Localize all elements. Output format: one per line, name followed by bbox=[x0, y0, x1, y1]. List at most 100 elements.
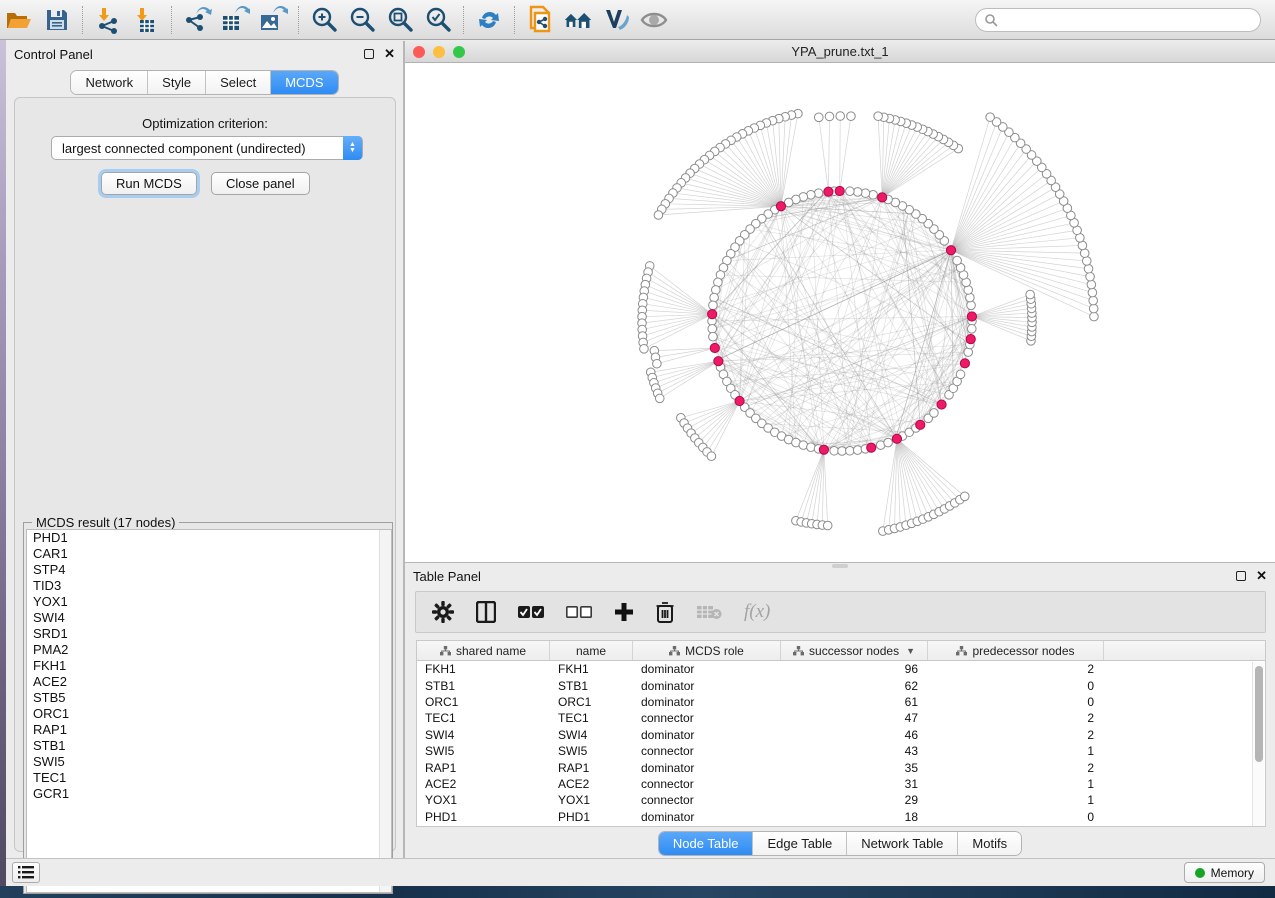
network-node[interactable] bbox=[967, 301, 976, 310]
network-leaf-node[interactable] bbox=[1087, 280, 1096, 289]
delete-table-icon[interactable] bbox=[696, 604, 722, 620]
new-network-from-selection-icon[interactable] bbox=[525, 5, 555, 35]
show-graphics-details-icon[interactable] bbox=[639, 5, 669, 35]
network-mcds-hub-node[interactable] bbox=[714, 357, 723, 366]
network-canvas[interactable] bbox=[405, 63, 1275, 561]
network-leaf-node[interactable] bbox=[823, 521, 832, 530]
network-mcds-hub-node[interactable] bbox=[966, 334, 975, 343]
tab-mcds[interactable]: MCDS bbox=[271, 71, 337, 94]
table-row[interactable]: TEC1TEC1connector472 bbox=[417, 710, 1265, 726]
column-header-predecessor-nodes[interactable]: predecessor nodes bbox=[928, 641, 1104, 660]
column-header-successor-nodes[interactable]: successor nodes▼ bbox=[781, 641, 928, 660]
import-table-icon[interactable] bbox=[131, 5, 161, 35]
mcds-result-item[interactable]: CAR1 bbox=[27, 546, 391, 562]
column-header-shared-name[interactable]: shared name bbox=[417, 641, 550, 660]
mcds-result-item[interactable]: TID3 bbox=[27, 578, 391, 594]
network-node[interactable] bbox=[966, 293, 975, 302]
mcds-result-item[interactable]: ACE2 bbox=[27, 674, 391, 690]
table-row[interactable]: FKH1FKH1dominator962 bbox=[417, 661, 1265, 677]
network-leaf-node[interactable] bbox=[1084, 264, 1093, 273]
mcds-result-item[interactable]: SWI4 bbox=[27, 610, 391, 626]
network-leaf-node[interactable] bbox=[655, 394, 664, 403]
zoom-fit-icon[interactable] bbox=[385, 5, 415, 35]
network-node[interactable] bbox=[853, 446, 862, 455]
zoom-selected-icon[interactable] bbox=[423, 5, 453, 35]
table-row[interactable]: ORC1ORC1dominator610 bbox=[417, 694, 1265, 710]
mcds-result-item[interactable]: PHD1 bbox=[27, 530, 391, 546]
network-node[interactable] bbox=[710, 293, 719, 302]
export-table-icon[interactable] bbox=[220, 5, 250, 35]
table-tab-edge-table[interactable]: Edge Table bbox=[753, 832, 847, 855]
network-leaf-node[interactable] bbox=[640, 345, 649, 354]
table-row[interactable]: PHD1PHD1dominator180 bbox=[417, 809, 1265, 825]
network-leaf-node[interactable] bbox=[1089, 296, 1098, 305]
network-leaf-node[interactable] bbox=[1086, 272, 1095, 281]
table-row[interactable]: STB1STB1dominator620 bbox=[417, 677, 1265, 693]
vizmapper-icon[interactable] bbox=[601, 5, 631, 35]
network-node[interactable] bbox=[967, 325, 976, 334]
network-leaf-node[interactable] bbox=[653, 359, 662, 368]
network-node[interactable] bbox=[814, 189, 823, 198]
network-node[interactable] bbox=[830, 446, 839, 455]
mcds-result-item[interactable]: GCR1 bbox=[27, 786, 391, 802]
close-panel-button[interactable]: Close panel bbox=[211, 172, 310, 195]
search-input[interactable] bbox=[998, 11, 1260, 29]
network-node[interactable] bbox=[846, 187, 855, 196]
select-all-icon[interactable] bbox=[518, 605, 544, 619]
network-leaf-node[interactable] bbox=[1026, 290, 1035, 299]
network-node[interactable] bbox=[807, 443, 816, 452]
network-mcds-hub-node[interactable] bbox=[960, 359, 969, 368]
table-row[interactable]: ACE2ACE2connector311 bbox=[417, 776, 1265, 792]
network-node[interactable] bbox=[861, 189, 870, 198]
float-panel-icon[interactable] bbox=[364, 49, 374, 59]
mcds-result-item[interactable]: FKH1 bbox=[27, 658, 391, 674]
mcds-result-item[interactable]: PMA2 bbox=[27, 642, 391, 658]
list-scrollbar[interactable] bbox=[379, 530, 391, 892]
show-columns-icon[interactable] bbox=[476, 601, 496, 623]
table-tab-motifs[interactable]: Motifs bbox=[958, 832, 1021, 855]
import-network-icon[interactable] bbox=[93, 5, 123, 35]
close-panel-icon[interactable]: ✕ bbox=[1256, 571, 1267, 581]
criterion-dropdown[interactable]: largest connected component (undirected)… bbox=[51, 136, 363, 160]
network-node[interactable] bbox=[838, 447, 847, 456]
network-node[interactable] bbox=[956, 370, 965, 379]
tab-network[interactable]: Network bbox=[71, 71, 148, 94]
float-panel-icon[interactable] bbox=[1236, 571, 1246, 581]
network-mcds-hub-node[interactable] bbox=[946, 246, 955, 255]
mcds-result-item[interactable]: STB1 bbox=[27, 738, 391, 754]
network-mcds-hub-node[interactable] bbox=[916, 420, 925, 429]
network-leaf-node[interactable] bbox=[1082, 257, 1091, 266]
network-node[interactable] bbox=[884, 438, 893, 447]
network-mcds-hub-node[interactable] bbox=[892, 434, 901, 443]
network-node[interactable] bbox=[711, 286, 720, 295]
table-row[interactable]: SWI5SWI5connector431 bbox=[417, 743, 1265, 759]
network-mcds-hub-node[interactable] bbox=[937, 400, 946, 409]
network-leaf-node[interactable] bbox=[814, 113, 823, 122]
network-leaf-node[interactable] bbox=[847, 112, 856, 121]
network-mcds-hub-node[interactable] bbox=[967, 312, 976, 321]
network-mcds-hub-node[interactable] bbox=[819, 445, 828, 454]
column-header-name[interactable]: name bbox=[550, 641, 633, 660]
table-tab-node-table[interactable]: Node Table bbox=[659, 832, 754, 855]
network-mcds-hub-node[interactable] bbox=[835, 186, 844, 195]
zoom-in-icon[interactable] bbox=[309, 5, 339, 35]
zoom-out-icon[interactable] bbox=[347, 5, 377, 35]
first-neighbors-icon[interactable] bbox=[563, 5, 593, 35]
table-mode-gear-icon[interactable] bbox=[432, 601, 454, 623]
network-mcds-hub-node[interactable] bbox=[708, 310, 717, 319]
run-mcds-button[interactable]: Run MCDS bbox=[101, 172, 197, 195]
network-leaf-node[interactable] bbox=[1090, 312, 1099, 321]
network-leaf-node[interactable] bbox=[960, 492, 969, 501]
network-leaf-node[interactable] bbox=[825, 112, 834, 121]
network-node[interactable] bbox=[846, 446, 855, 455]
mcds-result-list[interactable]: PHD1CAR1STP4TID3YOX1SWI4SRD1PMA2FKH1ACE2… bbox=[26, 529, 392, 893]
mcds-result-item[interactable]: SWI5 bbox=[27, 754, 391, 770]
export-network-icon[interactable] bbox=[182, 5, 212, 35]
table-row[interactable]: YOX1YOX1connector291 bbox=[417, 792, 1265, 808]
task-history-button[interactable] bbox=[12, 862, 40, 883]
network-leaf-node[interactable] bbox=[707, 452, 716, 461]
mcds-result-item[interactable]: STB5 bbox=[27, 690, 391, 706]
network-node[interactable] bbox=[964, 348, 973, 357]
mcds-result-item[interactable]: TEC1 bbox=[27, 770, 391, 786]
column-header-MCDS-role[interactable]: MCDS role bbox=[633, 641, 781, 660]
